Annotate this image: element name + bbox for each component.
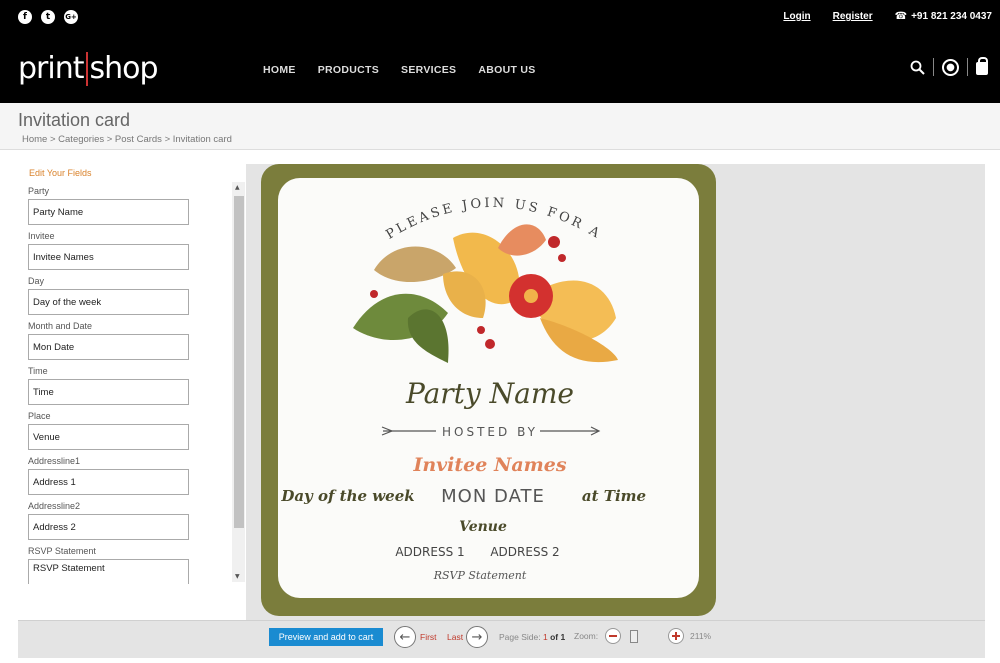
field-place: Place Venue bbox=[28, 411, 233, 456]
google-plus-icon[interactable]: G+ bbox=[64, 10, 78, 24]
autumn-leaves-illustration bbox=[353, 224, 618, 363]
register-link[interactable]: Register bbox=[833, 11, 873, 22]
nav-services[interactable]: SERVICES bbox=[401, 64, 456, 76]
field-panel: Edit Your Fields Party Party Name Invitee… bbox=[18, 164, 246, 620]
arc-text: PLEASE JOIN US FOR A bbox=[383, 196, 604, 243]
user-account-icon[interactable]: ● bbox=[942, 58, 959, 76]
rsvp-textarea[interactable]: RSVP Statement bbox=[28, 559, 189, 584]
zoom-label: Zoom: bbox=[574, 631, 599, 641]
field-rsvp: RSVP Statement RSVP Statement bbox=[28, 546, 233, 584]
field-label: Day bbox=[28, 276, 45, 286]
card-editor: Edit Your Fields Party Party Name Invitee… bbox=[18, 164, 985, 658]
time-input[interactable]: Time bbox=[28, 379, 189, 405]
search-icon[interactable] bbox=[910, 60, 925, 75]
page-title: Invitation card bbox=[18, 110, 131, 130]
card-address-1: ADDRESS 1 bbox=[395, 545, 464, 559]
site-header: f t G+ Login Register ☎ +91 821 234 0437… bbox=[0, 0, 1000, 103]
field-label: RSVP Statement bbox=[28, 546, 96, 556]
card-address-2: ADDRESS 2 bbox=[490, 545, 559, 559]
zoom-percentage: 211% bbox=[690, 631, 712, 641]
divider bbox=[967, 58, 968, 76]
card-hosted-by: HOSTED BY bbox=[442, 425, 538, 439]
page-side-label: Page Side: bbox=[499, 632, 541, 642]
card-day: Day of the week bbox=[280, 487, 414, 505]
preview-add-to-cart-button[interactable]: Preview and add to cart bbox=[269, 628, 383, 646]
first-page-link[interactable]: First bbox=[420, 632, 437, 642]
scroll-thumb[interactable] bbox=[234, 196, 244, 528]
page-total: of 1 bbox=[550, 632, 566, 642]
scroll-up-icon[interactable]: ▲ bbox=[235, 184, 240, 191]
phone-icon: ☎ bbox=[894, 11, 908, 22]
addressline1-input[interactable]: Address 1 bbox=[28, 469, 189, 495]
field-time: Time Time bbox=[28, 366, 233, 411]
logo-text-shop: shop bbox=[89, 51, 159, 86]
card-rsvp: RSVP Statement bbox=[433, 569, 527, 582]
zoom-in-icon[interactable] bbox=[668, 628, 684, 644]
invitee-input[interactable]: Invitee Names bbox=[28, 244, 189, 270]
phone-number: +91 821 234 0437 bbox=[911, 11, 992, 22]
header-actions: ● bbox=[910, 57, 988, 76]
card-preview-frame: PLEASE JOIN US FOR A Party Name HOSTED B… bbox=[261, 164, 716, 616]
fields-list: Party Party Name Invitee Invitee Names Day… bbox=[28, 186, 233, 584]
breadcrumb[interactable]: Home > Categories > Post Cards > Invitat… bbox=[22, 134, 232, 145]
logo-text-print: print bbox=[18, 51, 84, 86]
field-invitee: Invitee Invitee Names bbox=[28, 231, 233, 276]
field-label: Addressline1 bbox=[28, 456, 81, 466]
preview-toolbar: Preview and add to cart ← First Last → P… bbox=[18, 620, 985, 658]
invitation-card[interactable]: PLEASE JOIN US FOR A Party Name HOSTED B… bbox=[278, 178, 699, 598]
field-day: Day Day of the week bbox=[28, 276, 233, 321]
addressline2-input[interactable]: Address 2 bbox=[28, 514, 189, 540]
field-party: Party Party Name bbox=[28, 186, 233, 231]
page-side-indicator: Page Side: 1 of 1 bbox=[499, 632, 565, 642]
card-date: MON DATE bbox=[441, 486, 545, 507]
first-page-arrow-icon[interactable]: ← bbox=[394, 626, 416, 648]
field-label: Party bbox=[28, 186, 50, 196]
field-label: Month and Date bbox=[28, 321, 93, 331]
account-links: Login Register ☎ +91 821 234 0437 bbox=[783, 11, 992, 22]
shopping-bag-icon[interactable] bbox=[976, 57, 988, 75]
card-party-name: Party Name bbox=[405, 377, 574, 410]
nav-about-us[interactable]: ABOUT US bbox=[478, 64, 535, 76]
month-date-input[interactable]: Mon Date bbox=[28, 334, 189, 360]
fields-scrollbar[interactable]: ▲ ▼ bbox=[232, 182, 245, 582]
nav-home[interactable]: HOME bbox=[263, 64, 296, 76]
divider bbox=[933, 58, 934, 76]
zoom-out-icon[interactable] bbox=[605, 628, 621, 644]
panel-heading: Edit Your Fields bbox=[29, 168, 92, 178]
place-input[interactable]: Venue bbox=[28, 424, 189, 450]
phone-contact: ☎ +91 821 234 0437 bbox=[895, 11, 992, 22]
field-label: Invitee bbox=[28, 231, 55, 241]
last-page-arrow-icon[interactable]: → bbox=[466, 626, 488, 648]
site-logo[interactable]: print shop bbox=[18, 51, 159, 86]
card-artwork: PLEASE JOIN US FOR A Party Name HOSTED B… bbox=[280, 196, 646, 582]
field-label: Time bbox=[28, 366, 48, 376]
social-links: f t G+ bbox=[18, 10, 78, 24]
party-input[interactable]: Party Name bbox=[28, 199, 189, 225]
field-label: Place bbox=[28, 411, 51, 421]
logo-divider bbox=[85, 51, 88, 86]
page-title-bar: Invitation card Home > Categories > Post… bbox=[0, 103, 1000, 150]
login-link[interactable]: Login bbox=[783, 11, 810, 22]
field-label: Addressline2 bbox=[28, 501, 81, 511]
facebook-icon[interactable]: f bbox=[18, 10, 32, 24]
card-time: at Time bbox=[582, 487, 646, 505]
nav-products[interactable]: PRODUCTS bbox=[318, 64, 379, 76]
page-current: 1 bbox=[542, 632, 548, 642]
zoom-slider-handle[interactable] bbox=[630, 630, 638, 643]
field-addressline1: Addressline1 Address 1 bbox=[28, 456, 233, 501]
day-input[interactable]: Day of the week bbox=[28, 289, 189, 315]
main-nav: HOME PRODUCTS SERVICES ABOUT US bbox=[263, 64, 536, 76]
card-invitee: Invitee Names bbox=[412, 454, 566, 476]
card-venue: Venue bbox=[459, 519, 507, 535]
field-addressline2: Addressline2 Address 2 bbox=[28, 501, 233, 546]
field-month-date: Month and Date Mon Date bbox=[28, 321, 233, 366]
twitter-icon[interactable]: t bbox=[41, 10, 55, 24]
last-page-link[interactable]: Last bbox=[447, 632, 463, 642]
scroll-down-icon[interactable]: ▼ bbox=[235, 573, 240, 580]
